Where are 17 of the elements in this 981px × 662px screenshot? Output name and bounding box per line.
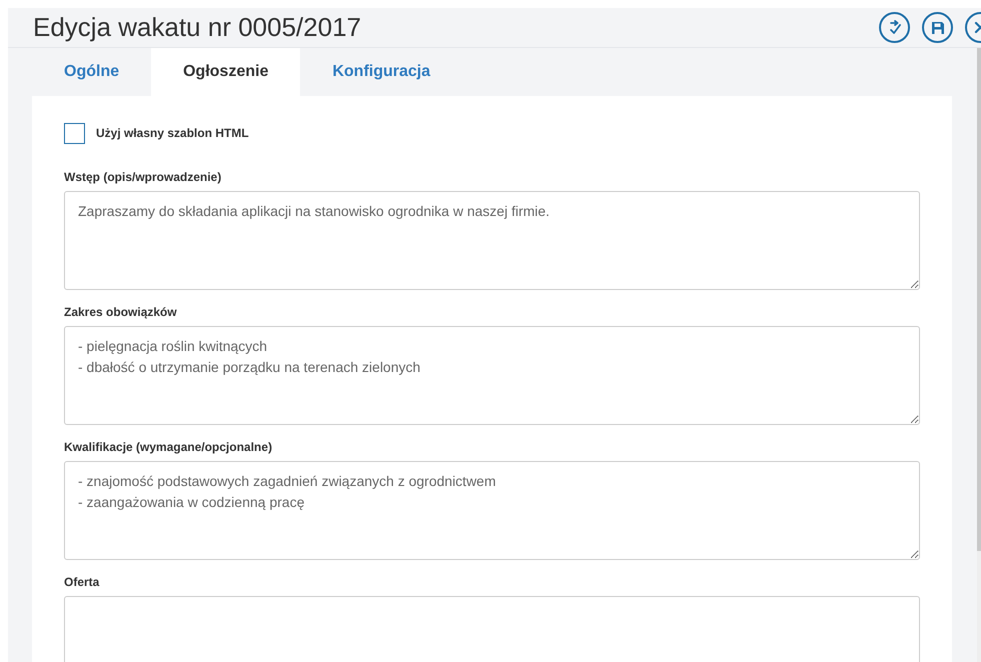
accept-button[interactable] — [879, 12, 910, 43]
text-area[interactable]: - znajomość podstawowych zagadnień związanych z ogrodnictwem - zaangażowania w codzienną pracę — [64, 461, 920, 560]
tab[interactable]: Ogólne — [32, 48, 152, 96]
text-area[interactable]: - pielęgnacja roślin kwitnących - dbałość o utrzymanie porządku na terenach zielonych — [64, 326, 920, 425]
field-label: Wstęp (opis/wprowadzenie) — [64, 169, 222, 185]
scrollbar-thumb[interactable] — [977, 48, 981, 551]
checkbox-label: Użyj własny szablon HTML — [96, 125, 249, 142]
tab[interactable]: Ogłoszenie — [151, 48, 300, 96]
save-button[interactable] — [922, 12, 953, 43]
save-icon — [930, 20, 944, 34]
text-area[interactable]: Zapraszamy do składania aplikacji na stanowisko ogrodnika w naszej firmie. — [64, 191, 920, 290]
field-label: Oferta — [64, 574, 100, 590]
tab[interactable]: Konfiguracja — [300, 48, 462, 96]
checkbox[interactable] — [64, 122, 85, 144]
window-title: Edycja wakatu nr 0005/2017 — [33, 11, 362, 44]
field-label: Zakres obowiązków — [64, 304, 178, 320]
field-label: Kwalifikacje (wymagane/opcjonalne) — [64, 439, 274, 455]
